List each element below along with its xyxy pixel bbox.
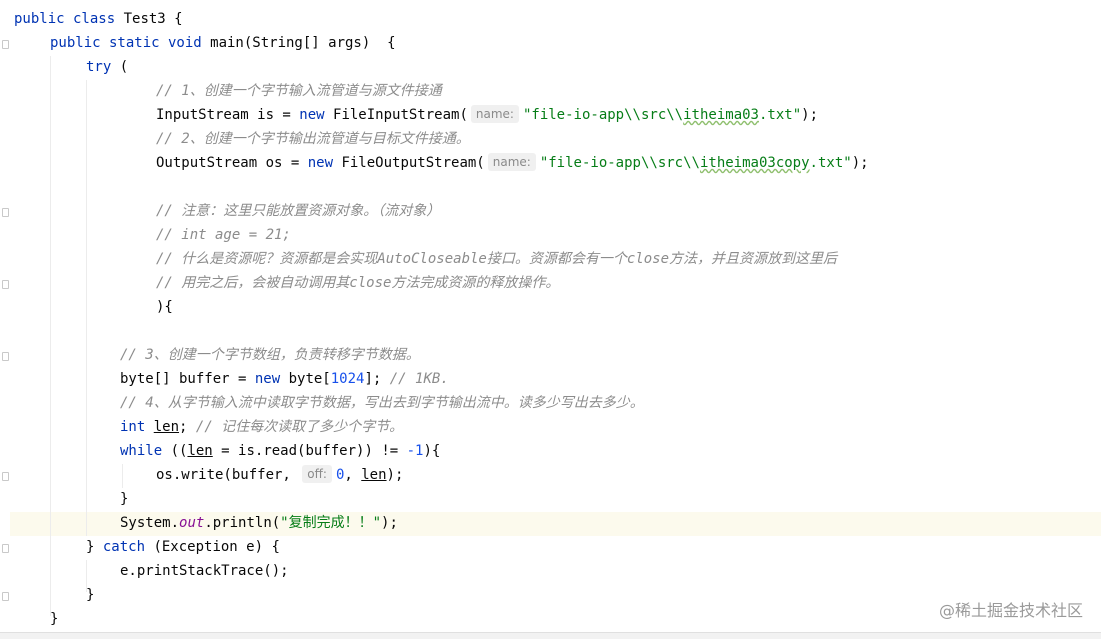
code-line-println[interactable]: System.out.println("复制完成！！");: [120, 511, 398, 535]
code-text: ;: [179, 419, 196, 435]
code-text: ];: [364, 371, 390, 387]
code-comment[interactable]: // 注意：这里只能放置资源对象。（流对象）: [156, 199, 440, 223]
code-text: InputStream is =: [156, 107, 300, 123]
keyword: try: [86, 59, 112, 75]
code-text: ){: [423, 443, 441, 459]
code-line-close-brace[interactable]: }: [50, 607, 58, 631]
parameter-hint: off:: [302, 465, 332, 483]
keyword: catch: [102, 539, 146, 555]
variable: len: [187, 443, 213, 459]
string-literal: "复制完成！！": [280, 515, 382, 531]
code-text: byte[: [280, 371, 331, 387]
code-line-paren-close[interactable]: ){: [156, 295, 173, 319]
code-line-outputstream[interactable]: OutputStream os = new FileOutputStream(n…: [156, 151, 869, 175]
code-comment[interactable]: // 3、创建一个字节数组，负责转移字节数据。: [120, 343, 420, 367]
keyword: while: [120, 443, 163, 459]
code-line-main-decl[interactable]: public static void main(String[] args) {: [50, 31, 396, 55]
fold-marker-icon[interactable]: [2, 352, 9, 361]
code-comment: // 记住每次读取了多少个字节。: [195, 419, 404, 435]
fold-marker-icon[interactable]: [2, 280, 9, 289]
code-text: os.write(buffer,: [156, 467, 300, 483]
code-comment[interactable]: // 4、从字节输入流中读取字节数据，写出去到字节输出流中。读多少写出去多少。: [120, 391, 644, 415]
fold-marker-icon[interactable]: [2, 592, 9, 601]
fold-marker-icon[interactable]: [2, 40, 9, 49]
code-line-printstacktrace[interactable]: e.printStackTrace();: [120, 559, 289, 583]
string-literal: .txt": [758, 107, 802, 123]
code-line-len[interactable]: int len; // 记住每次读取了多少个字节。: [120, 415, 403, 439]
code-text: FileInputStream(: [324, 107, 468, 123]
keyword: new: [307, 155, 334, 171]
fold-marker-icon[interactable]: [2, 544, 9, 553]
indent-guide: [86, 80, 87, 536]
variable: len: [361, 467, 387, 483]
code-text: FileOutputStream(: [333, 155, 485, 171]
variable: len: [153, 419, 180, 435]
string-literal: "file-io-app\\src\\: [522, 107, 684, 123]
code-text: System.: [120, 515, 180, 531]
code-comment[interactable]: // 1、创建一个字节输入流管道与源文件接通: [156, 79, 442, 103]
code-text: ,: [344, 467, 362, 483]
code-text: (: [111, 59, 129, 75]
code-text: );: [801, 107, 818, 123]
keyword: new: [299, 107, 325, 123]
parameter-hint: name:: [470, 105, 519, 123]
number-literal: -1: [406, 443, 424, 459]
static-field: out: [179, 515, 205, 531]
code-line-class-decl[interactable]: public class Test3 {: [14, 7, 183, 31]
code-text: byte[] buffer =: [120, 371, 255, 387]
code-text: );: [851, 155, 869, 171]
code-comment[interactable]: // 什么是资源呢？资源都是会实现AutoCloseable接口。资源都会有一个…: [156, 247, 837, 271]
code-text: }: [86, 539, 103, 555]
fold-marker-icon[interactable]: [2, 208, 9, 217]
parameter-hint: name:: [487, 153, 536, 171]
keyword: public class: [14, 11, 116, 27]
horizontal-scrollbar[interactable]: [0, 632, 1101, 639]
code-comment[interactable]: // 用完之后，会被自动调用其close方法完成资源的释放操作。: [156, 271, 559, 295]
code-line-try[interactable]: try (: [86, 55, 128, 79]
keyword: public static void: [50, 35, 202, 51]
code-editor[interactable]: public class Test3 { public static void …: [0, 0, 1101, 639]
code-line-catch[interactable]: } catch (Exception e) {: [86, 535, 280, 559]
string-literal: .txt": [809, 155, 852, 171]
code-text: OutputStream os =: [156, 155, 308, 171]
code-text: );: [386, 467, 404, 483]
watermark: @稀土掘金技术社区: [938, 601, 1083, 620]
code-line-close-brace[interactable]: }: [86, 583, 94, 607]
keyword: int: [120, 419, 146, 435]
code-comment[interactable]: // 2、创建一个字节输出流管道与目标文件接通。: [156, 127, 470, 151]
indent-guide: [50, 56, 51, 616]
string-literal: "file-io-app\\src\\: [539, 155, 700, 171]
code-line-buffer[interactable]: byte[] buffer = new byte[1024]; // 1KB.: [120, 367, 449, 391]
class-name: Test3 {: [115, 11, 183, 27]
code-comment[interactable]: // int age = 21;: [156, 223, 291, 247]
code-line-inputstream[interactable]: InputStream is = new FileInputStream(nam…: [156, 103, 818, 127]
fold-marker-icon[interactable]: [2, 472, 9, 481]
code-text: );: [381, 515, 398, 531]
editor-gutter[interactable]: [0, 0, 10, 639]
number-literal: 1024: [330, 371, 365, 387]
code-line-write[interactable]: os.write(buffer, off: 0, len);: [156, 463, 403, 487]
method-signature: main(String[] args) {: [201, 35, 396, 51]
code-line-while[interactable]: while ((len = is.read(buffer)) != -1){: [120, 439, 440, 463]
string-literal: itheima03copy: [699, 155, 810, 171]
code-text: (Exception e) {: [145, 539, 280, 555]
string-literal: itheima03: [683, 107, 759, 123]
code-text: ((: [162, 443, 188, 459]
code-text: .println(: [204, 515, 281, 531]
code-text: = is.read(buffer)) !=: [212, 443, 407, 459]
indent-guide: [122, 464, 123, 488]
code-comment: // 1KB.: [389, 371, 449, 387]
code-line-close-brace[interactable]: }: [120, 487, 128, 511]
keyword: new: [254, 371, 281, 387]
